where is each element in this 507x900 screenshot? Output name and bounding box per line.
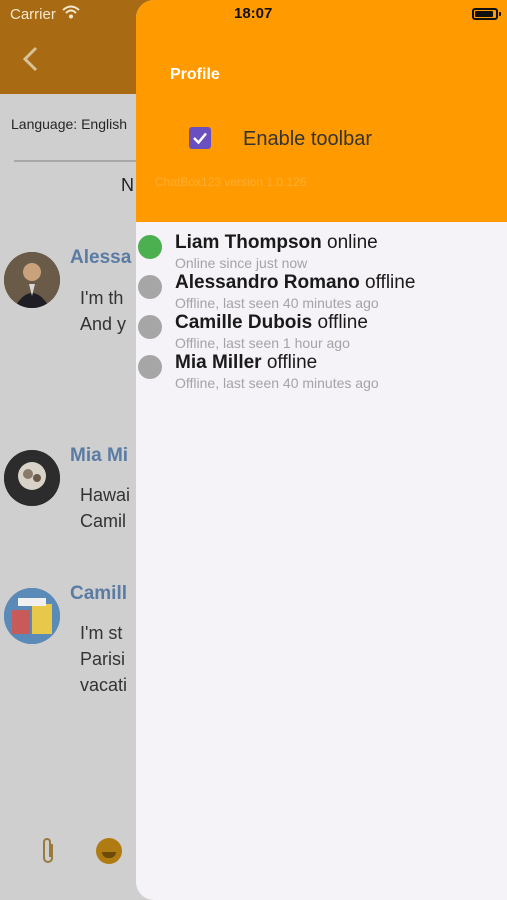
message-line: And y — [80, 314, 127, 334]
avatar — [4, 588, 60, 644]
online-status-icon — [138, 235, 162, 259]
avatar — [4, 450, 60, 506]
avatar — [4, 252, 60, 308]
user-title: Alessandro Romano offline — [175, 272, 415, 294]
user-status: offline — [266, 352, 318, 373]
background-header-text: N — [121, 175, 134, 195]
user-detail: Offline, last seen 40 minutes ago — [175, 295, 379, 311]
message-line: Hawai — [80, 485, 131, 505]
wifi-icon — [62, 5, 80, 19]
message-line: I'm st — [80, 623, 123, 643]
message-line: Camil — [80, 511, 127, 531]
profile-link[interactable]: Profile — [170, 66, 220, 84]
list-item[interactable]: Mia Miller offline Offline, last seen 40… — [136, 350, 507, 391]
message-author: Mia Mi — [70, 445, 129, 466]
user-title: Liam Thompson online — [175, 232, 378, 254]
user-status: offline — [365, 272, 416, 293]
user-detail: Online since just now — [175, 255, 308, 271]
enable-toolbar-label: Enable toolbar — [243, 128, 372, 150]
navigation-drawer: Profile Enable toolbar ChatBox123 versio… — [136, 0, 507, 900]
message-line: Parisi — [80, 649, 126, 669]
checkmark-icon — [193, 132, 207, 145]
list-item[interactable]: Alessandro Romano offline Offline, last … — [136, 270, 507, 311]
divider — [14, 160, 144, 162]
user-name: Liam Thompson — [175, 232, 322, 253]
user-title: Mia Miller offline — [175, 352, 317, 374]
back-chevron-icon — [18, 44, 44, 74]
user-detail: Offline, last seen 1 hour ago — [175, 335, 350, 351]
battery-icon — [472, 8, 501, 20]
message-author: Camill — [70, 583, 128, 604]
paperclip-icon[interactable] — [38, 836, 58, 873]
user-detail: Offline, last seen 40 minutes ago — [175, 375, 379, 391]
list-item[interactable]: Camille Dubois offline Offline, last see… — [136, 310, 507, 351]
clock: 18:07 — [234, 5, 273, 22]
drawer-header: Profile Enable toolbar ChatBox123 versio… — [136, 0, 507, 222]
version-text: ChatBox123 version 1.0.126 — [155, 175, 307, 189]
language-label: Language: English — [11, 116, 127, 132]
user-status: offline — [317, 312, 368, 333]
user-list: Liam Thompson online Online since just n… — [136, 230, 507, 391]
carrier-label: Carrier — [10, 6, 56, 23]
user-name: Mia Miller — [175, 352, 262, 373]
enable-toolbar-checkbox[interactable] — [189, 127, 211, 149]
list-item[interactable]: Liam Thompson online Online since just n… — [136, 230, 507, 271]
user-name: Camille Dubois — [175, 312, 313, 333]
enable-toolbar-row[interactable]: Enable toolbar — [186, 124, 446, 154]
message-author: Alessa — [70, 247, 132, 268]
offline-status-icon — [138, 355, 162, 379]
message-line: I'm th — [80, 288, 124, 308]
emoji-icon[interactable] — [96, 838, 122, 864]
status-bar: Carrier 18:07 — [0, 0, 507, 30]
user-name: Alessandro Romano — [175, 272, 360, 293]
user-status: online — [327, 232, 378, 253]
user-title: Camille Dubois offline — [175, 312, 368, 334]
offline-status-icon — [138, 275, 162, 299]
offline-status-icon — [138, 315, 162, 339]
message-line: vacati — [80, 675, 128, 695]
